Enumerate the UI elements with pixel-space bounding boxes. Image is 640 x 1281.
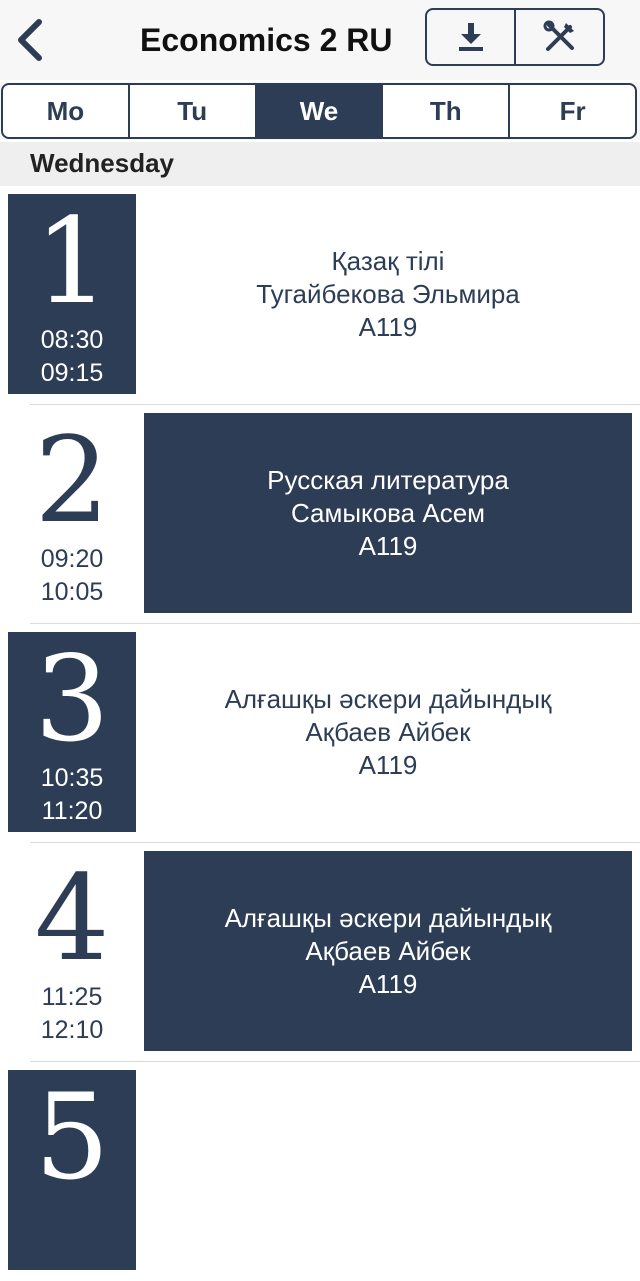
lesson-room: A119 [358,311,418,342]
lesson-room: A119 [358,530,418,561]
lesson-number: 3 [34,630,110,768]
lesson-teacher: Тугайбекова Эльмира [256,278,520,309]
lesson-start-time: 11:25 [41,983,103,1011]
tab-day-we[interactable]: We [254,85,382,137]
lesson-info: Қазақ тілі Тугайбекова Эльмира A119 [144,194,632,394]
lesson-number: 1 [34,192,110,330]
day-selector-bar: Mo Tu We Th Fr [0,82,640,140]
lesson-number: 5 [34,1068,110,1206]
lesson-info: Русская литература Самыкова Асем A119 [144,413,632,613]
lesson-room: A119 [358,749,418,780]
lesson-end-time: 09:15 [40,359,104,387]
lesson-teacher: Ақбаев Айбек [305,935,471,966]
lesson-teacher: Ақбаев Айбек [305,716,471,747]
lesson-row[interactable]: 5 [0,1062,640,1281]
lesson-row[interactable]: 3 10:35 11:20 Алғашқы әскери дайындық Ақбаев… [0,624,640,843]
download-button[interactable] [427,10,514,64]
download-icon [458,23,483,51]
page-title: Economics 2 RU [140,22,393,58]
lesson-subject: Қазақ тілі [331,245,445,276]
lesson-info: Алғашқы әскери дайындық Ақбаев Айбек A119 [144,632,632,832]
lesson-number: 2 [34,411,110,549]
lesson-number-box: 1 08:30 09:15 [8,194,136,394]
lesson-number-box: 5 [8,1070,136,1270]
lesson-subject: Алғашқы әскери дайындық [224,683,552,714]
lesson-info: Алғашқы әскери дайындық Ақбаев Айбек A119 [144,851,632,1051]
lesson-number-box: 2 09:20 10:05 [8,413,136,613]
lesson-teacher: Самыкова Асем [290,497,486,528]
nav-bar: Economics 2 RU [0,0,640,80]
lesson-subject: Алғашқы әскери дайындық [224,902,552,933]
tab-day-th[interactable]: Th [381,85,508,137]
settings-button[interactable] [514,10,603,64]
toolbar-button-group [425,8,605,66]
section-header: Wednesday [0,142,640,186]
section-title: Wednesday [30,148,175,178]
lesson-info [144,1070,632,1270]
lesson-end-time: 12:10 [40,1016,104,1044]
lesson-number-box: 4 11:25 12:10 [8,851,136,1051]
lesson-row[interactable]: 2 09:20 10:05 Русская литература Самыкова Ас… [0,405,640,624]
tab-day-fr[interactable]: Fr [508,85,635,137]
chevron-left-icon [18,19,42,61]
lesson-start-time: 08:30 [40,326,104,354]
lesson-room: A119 [358,968,418,999]
lesson-number-box: 3 10:35 11:20 [8,632,136,832]
lesson-start-time: 10:35 [40,764,104,792]
day-segmented-control: Mo Tu We Th Fr [1,83,637,139]
back-button[interactable] [8,14,52,66]
lesson-row[interactable]: 4 11:25 12:10 Алғашқы әскери дайындық Ақбаев… [0,843,640,1062]
lesson-end-time: 11:20 [41,797,103,825]
lesson-number: 4 [34,849,110,987]
lesson-row[interactable]: 1 08:30 09:15 Қазақ тілі Тугайбекова Эльмира… [0,186,640,405]
lesson-start-time: 09:20 [40,545,104,573]
lesson-end-time: 10:05 [40,578,104,606]
tab-day-tu[interactable]: Tu [127,85,255,137]
tools-icon [543,20,574,51]
lesson-subject: Русская литература [267,464,509,495]
tab-day-mo[interactable]: Mo [3,85,128,137]
